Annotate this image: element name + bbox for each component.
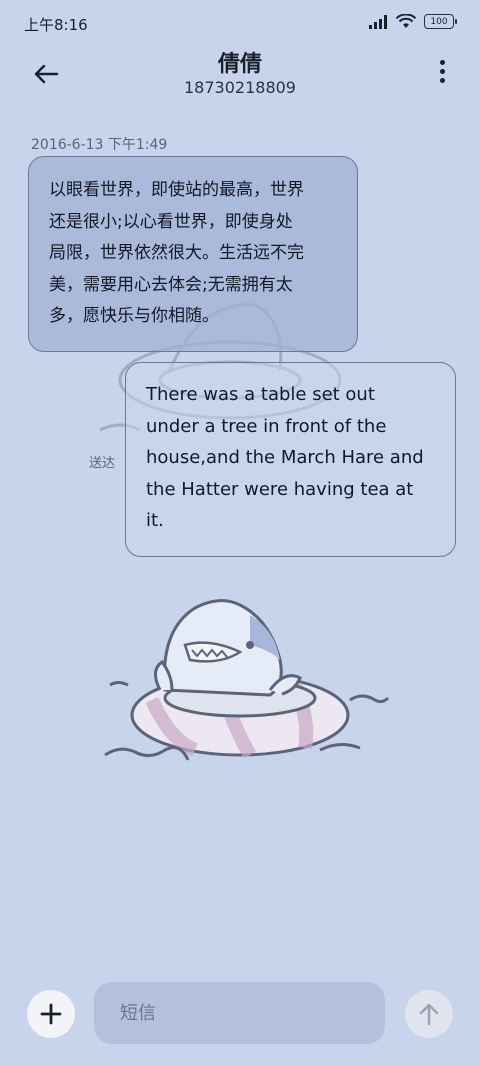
message-line: house,and the March Hare and [146, 447, 424, 468]
arrow-up-icon [419, 1003, 439, 1026]
message-line: 局限，世界依然很大。生活远不完 [49, 243, 304, 263]
battery-icon: 100 [424, 14, 457, 29]
message-line: 还是很小;以心看世界，即使身处 [49, 211, 293, 232]
outgoing-message-bubble[interactable]: There was a table set out under a tree i… [125, 362, 456, 557]
contact-name: 倩倩 [217, 52, 262, 77]
contact-number: 18730218809 [184, 78, 296, 97]
more-options-button[interactable] [430, 56, 454, 86]
status-time: 上午8:16 [24, 16, 88, 34]
message-line: the Hatter were having tea at [146, 478, 414, 500]
message-line: 美，需要用心去体会;无需拥有太 [49, 274, 293, 295]
send-button[interactable] [405, 990, 453, 1038]
message-line: under a tree in front of the [146, 415, 387, 437]
more-vertical-icon [439, 59, 445, 65]
message-line: it. [146, 510, 164, 531]
composer-bar [0, 980, 480, 1050]
message-line: 多，愿快乐与你相随。 [49, 306, 219, 326]
shark-wallpaper-illustration [104, 599, 390, 761]
signal-icon [369, 14, 387, 29]
message-line: 以眼看世界，即使站的最高，世界 [49, 180, 304, 200]
message-line: There was a table set out [146, 384, 375, 405]
status-icons: 100 [368, 14, 457, 29]
plus-icon [40, 1003, 62, 1025]
message-timestamp: 2016-6-13 下午1:49 [31, 137, 168, 153]
message-input[interactable] [94, 982, 385, 1044]
delivery-status: 送达 [89, 456, 116, 471]
battery-level: 100 [430, 16, 448, 27]
incoming-message-bubble[interactable]: 以眼看世界，即使站的最高，世界 还是很小;以心看世界，即使身处 局限，世界依然很… [28, 156, 358, 352]
conversation-header: 倩倩 18730218809 [0, 44, 480, 114]
wifi-icon [396, 14, 416, 28]
add-attachment-button[interactable] [27, 990, 75, 1038]
status-bar: 上午8:16 100 [0, 0, 480, 44]
